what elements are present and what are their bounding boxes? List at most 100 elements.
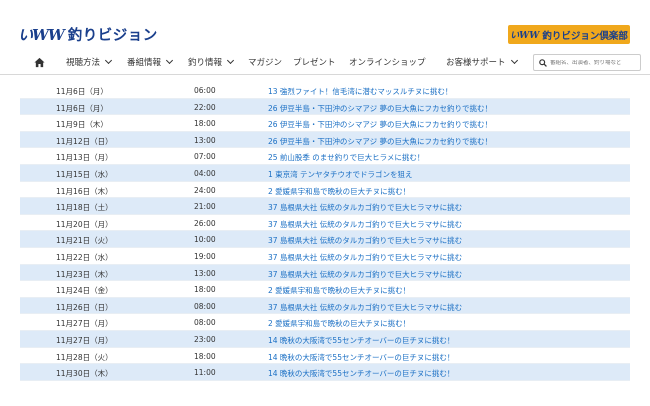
- broadcast-time: 08:00: [194, 301, 216, 311]
- logo-text: 釣りビジョン: [67, 27, 158, 44]
- club-label: 釣りビジョン倶楽部: [542, 30, 628, 42]
- broadcast-schedule-table: 11月6日（月） 06:00 13 強烈ファイト！信毛湾に潜むマッスルチヌに挑む！ 1…: [20, 82, 630, 381]
- episode-title-link[interactable]: 37 島根県大社 伝統のタルカゴ釣りで巨大ヒラマサに挑む: [268, 252, 462, 263]
- broadcast-date: 11月24日（金）: [56, 286, 113, 296]
- episode-title-link[interactable]: 37 島根県大社 伝統のタルカゴ釣りで巨大ヒラマサに挑む: [268, 235, 462, 246]
- chevron-down-icon: [510, 56, 518, 65]
- nav-fishing-info-label: 釣り情報: [188, 58, 223, 68]
- broadcast-time: 08:00: [194, 318, 216, 328]
- table-row: 11月13日（月） 07:00 25 前山股季 のませ釣りで巨大ヒラメに挑む！: [20, 148, 630, 165]
- broadcast-date: 11月18日（土）: [56, 203, 113, 213]
- club-logo-mark: いWW: [510, 31, 540, 41]
- episode-title-link[interactable]: 1 東京湾 テンヤタチウオでドラゴンを狙え: [268, 169, 413, 180]
- nav-support[interactable]: お客様サポート: [446, 56, 518, 68]
- nav-present-label: プレゼント: [293, 58, 336, 68]
- broadcast-time: 18:00: [194, 351, 216, 361]
- episode-title-link[interactable]: 14 晩秋の大阪湾で55センチオーバーの巨チヌに挑む！: [268, 352, 454, 363]
- episode-title-link[interactable]: 14 晩秋の大阪湾で55センチオーバーの巨チヌに挑む！: [268, 335, 454, 346]
- episode-title-link[interactable]: 37 島根県大社 伝統のタルカゴ釣りで巨大ヒラマサに挑む: [268, 302, 462, 313]
- nav-online-shop[interactable]: オンラインショップ: [349, 56, 426, 68]
- episode-title-link[interactable]: 2 愛媛県宇和島で晩秋の巨大チヌに挑む！: [268, 318, 410, 329]
- nav-programs-label: 番組情報: [127, 58, 162, 68]
- episode-title-link[interactable]: 26 伊豆半島・下田沖のシマアジ 夢の巨大魚にフカセ釣りで挑む！: [268, 136, 492, 147]
- broadcast-date: 11月27日（月）: [56, 335, 113, 345]
- table-row: 11月24日（金） 18:00 2 愛媛県宇和島で晩秋の巨大チヌに挑む！: [20, 281, 630, 298]
- broadcast-date: 11月6日（月）: [56, 103, 108, 113]
- broadcast-time: 19:00: [194, 251, 216, 261]
- table-row: 11月16日（木） 24:00 2 愛媛県宇和島で晩秋の巨大チヌに挑む！: [20, 182, 630, 199]
- table-row: 11月28日（火） 18:00 14 晩秋の大阪湾で55センチオーバーの巨チヌに挑む…: [20, 348, 630, 365]
- broadcast-date: 11月30日（木）: [56, 369, 113, 379]
- broadcast-date: 11月12日（日）: [56, 136, 113, 146]
- episode-title-link[interactable]: 37 島根県大社 伝統のタルカゴ釣りで巨大ヒラマサに挑む: [268, 269, 462, 280]
- broadcast-time: 24:00: [194, 185, 216, 195]
- nav-fishing-info[interactable]: 釣り情報: [188, 56, 235, 68]
- table-row: 11月22日（水） 19:00 37 島根県大社 伝統のタルカゴ釣りで巨大ヒラマサに…: [20, 248, 630, 265]
- table-row: 11月21日（火） 10:00 37 島根県大社 伝統のタルカゴ釣りで巨大ヒラマサに…: [20, 231, 630, 248]
- nav-viewing-label: 視聴方法: [66, 58, 101, 68]
- table-row: 11月26日（日） 08:00 37 島根県大社 伝統のタルカゴ釣りで巨大ヒラマサに…: [20, 297, 630, 315]
- table-row: 11月6日（月） 06:00 13 強烈ファイト！信毛湾に潜むマッスルチヌに挑む！: [20, 82, 630, 99]
- episode-title-link[interactable]: 2 愛媛県宇和島で晩秋の巨大チヌに挑む！: [268, 285, 410, 296]
- broadcast-date: 11月15日（水）: [56, 169, 113, 179]
- broadcast-time: 07:00: [194, 152, 216, 162]
- nav-programs[interactable]: 番組情報: [127, 56, 174, 68]
- broadcast-time: 21:00: [194, 202, 216, 212]
- broadcast-date: 11月20日（月）: [56, 219, 113, 229]
- broadcast-date: 11月23日（木）: [56, 269, 113, 279]
- broadcast-time: 13:00: [194, 268, 216, 278]
- table-row: 11月27日（月） 23:00 14 晩秋の大阪湾で55センチオーバーの巨チヌに挑む…: [20, 330, 630, 348]
- nav-online-shop-label: オンラインショップ: [349, 58, 426, 68]
- broadcast-time: 13:00: [194, 135, 216, 145]
- episode-title-link[interactable]: 14 晩秋の大阪湾で55センチオーバーの巨チヌに挑む！: [268, 368, 454, 379]
- broadcast-time: 23:00: [194, 334, 216, 344]
- broadcast-time: 10:00: [194, 235, 216, 245]
- table-row: 11月27日（月） 08:00 2 愛媛県宇和島で晩秋の巨大チヌに挑む！: [20, 314, 630, 331]
- broadcast-time: 22:00: [194, 102, 216, 112]
- nav-present[interactable]: プレゼント: [293, 56, 336, 68]
- nav-support-label: お客様サポート: [446, 58, 506, 68]
- chevron-down-icon: [104, 56, 113, 65]
- broadcast-date: 11月27日（月）: [56, 319, 113, 329]
- table-row: 11月12日（日） 13:00 26 伊豆半島・下田沖のシマアジ 夢の巨大魚にフカセ…: [20, 131, 630, 149]
- table-row: 11月23日（木） 13:00 37 島根県大社 伝統のタルカゴ釣りで巨大ヒラマサに…: [20, 264, 630, 282]
- table-row: 11月9日（木） 18:00 26 伊豆半島・下田沖のシマアジ 夢の巨大魚にフカセ釣…: [20, 115, 630, 132]
- main-nav: 視聴方法 番組情報 釣り情報 マガジン プレゼント オンラインショップ お客様サ…: [0, 50, 650, 75]
- episode-title-link[interactable]: 37 島根県大社 伝統のタルカゴ釣りで巨大ヒラマサに挑む: [268, 202, 462, 213]
- chevron-down-icon: [165, 56, 174, 65]
- broadcast-time: 18:00: [194, 119, 216, 129]
- broadcast-date: 11月13日（月）: [56, 153, 113, 163]
- table-row: 11月30日（木） 11:00 14 晩秋の大阪湾で55センチオーバーの巨チヌに挑む…: [20, 364, 630, 381]
- broadcast-date: 11月6日（月）: [56, 87, 108, 96]
- search-box[interactable]: [533, 54, 641, 71]
- broadcast-date: 11月9日（木）: [56, 120, 108, 130]
- nav-magazine-label: マガジン: [248, 58, 283, 68]
- search-input[interactable]: [550, 59, 638, 66]
- nav-viewing[interactable]: 視聴方法: [66, 56, 113, 68]
- broadcast-date: 11月21日（火）: [56, 236, 113, 246]
- broadcast-time: 11:00: [194, 368, 216, 378]
- broadcast-time: 06:00: [194, 86, 216, 95]
- broadcast-time: 04:00: [194, 168, 216, 178]
- episode-title-link[interactable]: 37 島根県大社 伝統のタルカゴ釣りで巨大ヒラマサに挑む: [268, 219, 462, 230]
- broadcast-date: 11月16日（木）: [56, 186, 113, 196]
- episode-title-link[interactable]: 26 伊豆半島・下田沖のシマアジ 夢の巨大魚にフカセ釣りで挑む！: [268, 119, 492, 130]
- site-logo[interactable]: いWW 釣りビジョン: [18, 24, 158, 44]
- search-icon[interactable]: [539, 58, 547, 67]
- table-row: 11月20日（月） 26:00 37 島根県大社 伝統のタルカゴ釣りで巨大ヒラマサに…: [20, 215, 630, 232]
- broadcast-time: 18:00: [194, 285, 216, 295]
- home-icon[interactable]: [34, 57, 45, 68]
- episode-title-link[interactable]: 26 伊豆半島・下田沖のシマアジ 夢の巨大魚にフカセ釣りで挑む！: [268, 103, 492, 114]
- episode-title-link[interactable]: 2 愛媛県宇和島で晩秋の巨大チヌに挑む！: [268, 186, 410, 197]
- table-row: 11月18日（土） 21:00 37 島根県大社 伝統のタルカゴ釣りで巨大ヒラマサに…: [20, 198, 630, 215]
- club-banner-button[interactable]: いWW 釣りビジョン倶楽部: [508, 25, 630, 44]
- broadcast-date: 11月26日（日）: [56, 302, 113, 312]
- broadcast-date: 11月28日（火）: [56, 352, 113, 362]
- table-row: 11月6日（月） 22:00 26 伊豆半島・下田沖のシマアジ 夢の巨大魚にフカセ釣…: [20, 98, 630, 116]
- nav-magazine[interactable]: マガジン: [248, 56, 282, 68]
- site-header: いWW 釣りビジョン いWW 釣りビジョン倶楽部: [0, 0, 650, 50]
- episode-title-link[interactable]: 25 前山股季 のませ釣りで巨大ヒラメに挑む！: [268, 152, 424, 163]
- table-row: 11月15日（水） 04:00 1 東京湾 テンヤタチウオでドラゴンを狙え: [20, 164, 630, 182]
- logo-mark: いWW: [18, 25, 65, 44]
- episode-title-link[interactable]: 13 強烈ファイト！信毛湾に潜むマッスルチヌに挑む！: [268, 86, 452, 97]
